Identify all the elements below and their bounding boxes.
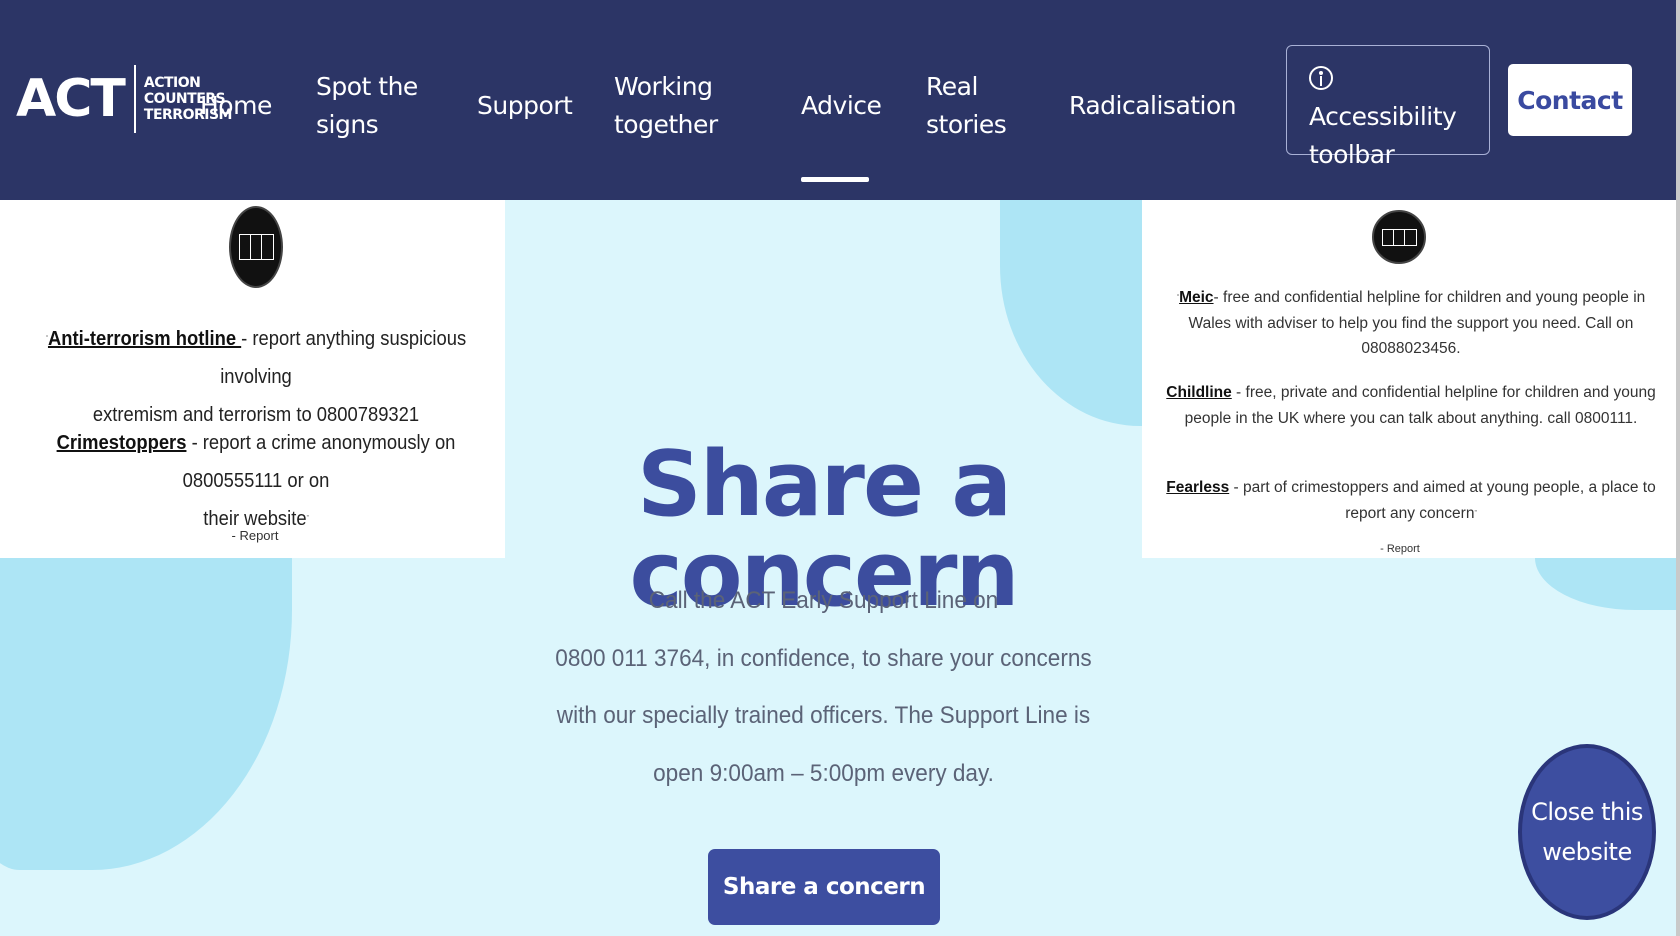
accessibility-icon xyxy=(1309,66,1333,90)
accessibility-label-line1: Accessibility xyxy=(1309,102,1457,131)
fearless-desc: - part of crimestoppers and aimed at you… xyxy=(1229,479,1656,522)
close-this-website-button[interactable]: Close this website xyxy=(1518,744,1656,920)
childline-desc: - free, private and confidential helplin… xyxy=(1184,384,1656,427)
decorative-blob-top xyxy=(1000,200,1142,426)
decorative-blob-right xyxy=(1535,558,1680,610)
hotline-desc-2: extremism and terrorism to 0800789321 xyxy=(92,404,420,426)
childline-text: Childline - free, private and confidenti… xyxy=(1156,380,1666,431)
nav-working-line2: together xyxy=(614,110,718,139)
crimestoppers-text: Crimestoppers - report a crime anonymous… xyxy=(56,432,456,530)
run-hide-tell-icon xyxy=(229,206,283,288)
right-report-link[interactable]: - Report xyxy=(1360,543,1440,555)
left-report-link[interactable]: - Report xyxy=(205,528,305,543)
nav-spot-line2: signs xyxy=(316,110,379,139)
logo-divider xyxy=(133,65,136,133)
nav-support[interactable]: Support xyxy=(477,87,573,125)
fearless-link[interactable]: Fearless xyxy=(1166,479,1229,496)
meic-text: “Meic- free and confidential helpline fo… xyxy=(1176,289,1646,357)
meic-desc: - free and confidential helpline for chi… xyxy=(1188,289,1646,357)
nav-active-indicator xyxy=(801,177,869,182)
hotline-text: “Anti-terrorism hotline - report anythin… xyxy=(45,328,467,426)
crimestoppers-desc-2: their website xyxy=(203,508,307,530)
nav-real-stories[interactable]: Real stories xyxy=(926,68,1007,144)
share-a-concern-button[interactable]: Share a concern xyxy=(708,849,940,925)
logo-mark: ACT xyxy=(16,69,126,129)
crimestoppers-desc-1: - report a crime anonymously on 08005551… xyxy=(182,432,456,492)
nav-radicalisation[interactable]: Radicalisation xyxy=(1069,87,1237,125)
childline-link[interactable]: Childline xyxy=(1166,384,1231,401)
close-label-line2: website xyxy=(1542,838,1632,866)
nav-real-line2: stories xyxy=(926,110,1007,139)
nav-home[interactable]: Home xyxy=(200,87,272,125)
nav-spot-the-signs[interactable]: Spot the signs xyxy=(316,68,418,144)
anti-terrorism-hotline-link[interactable]: Anti-terrorism hotline xyxy=(48,328,241,350)
nav-working-line1: Working xyxy=(614,72,713,101)
hotline-desc-1: - report anything suspicious involving xyxy=(220,328,467,388)
intro-line-1: Call the ACT Early Support Line on xyxy=(648,587,999,614)
nav-spot-line1: Spot the xyxy=(316,72,418,101)
intro-line-4: open 9:00am – 5:00pm every day. xyxy=(653,760,994,787)
close-label-line1: Close this xyxy=(1531,798,1643,826)
meic-link[interactable]: Meic xyxy=(1179,289,1213,306)
accessibility-label-line2: toolbar xyxy=(1309,140,1395,169)
nav-working-together[interactable]: Working together xyxy=(614,68,718,144)
nav-advice[interactable]: Advice xyxy=(801,87,882,125)
contact-button[interactable]: Contact xyxy=(1508,64,1632,136)
run-hide-tell-icon-right xyxy=(1372,210,1426,264)
intro-line-2: 0800 011 3764, in confidence, to share y… xyxy=(555,645,1092,672)
page-scrollbar[interactable] xyxy=(1676,0,1680,936)
intro-line-3: with our specially trained officers. The… xyxy=(556,702,1091,729)
fearless-text: Fearless - part of crimestoppers and aim… xyxy=(1166,479,1656,522)
decorative-blob-left xyxy=(0,540,292,870)
accessibility-toolbar-button[interactable]: Accessibility toolbar xyxy=(1286,45,1490,169)
site-header: ACT ACTION COUNTERS TERRORISM Home Spot … xyxy=(0,0,1680,200)
nav-real-line1: Real xyxy=(926,72,978,101)
crimestoppers-link[interactable]: Crimestoppers xyxy=(57,432,187,454)
